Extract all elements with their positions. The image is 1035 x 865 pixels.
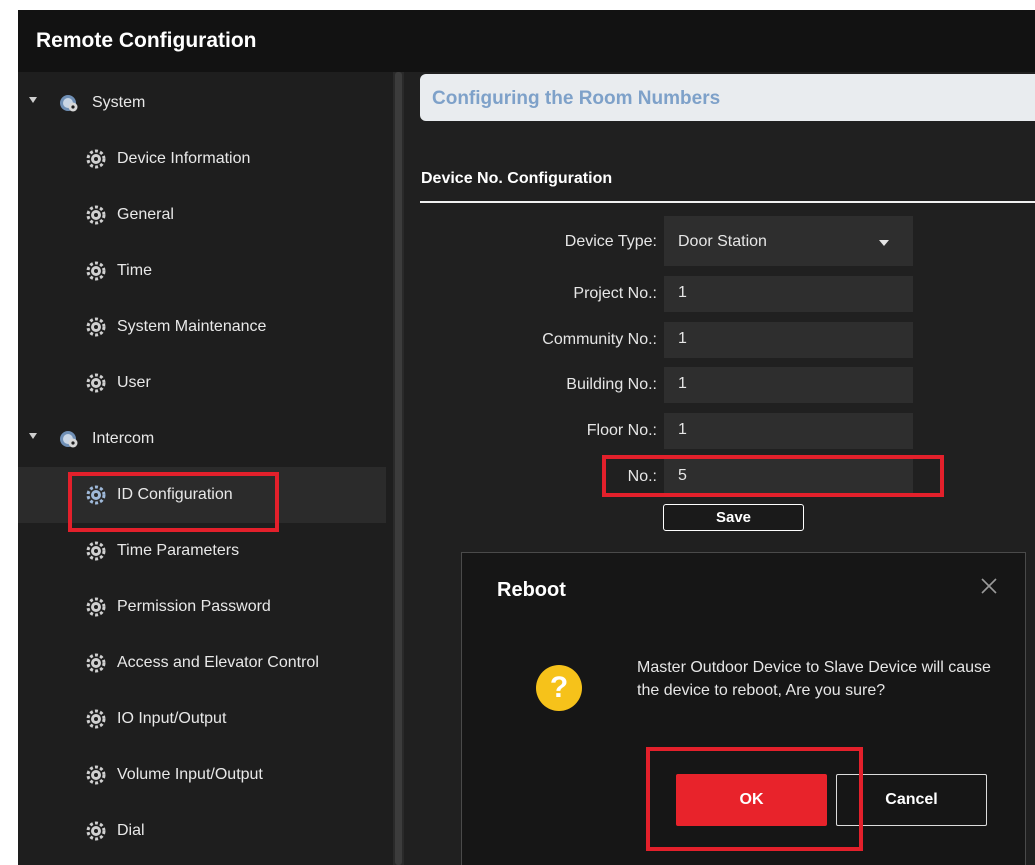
highlight-ok-button <box>646 747 863 851</box>
gear-icon <box>86 373 106 393</box>
sidebar-item-label: Volume Input/Output <box>117 766 263 783</box>
sidebar-item-access-elevator-control[interactable]: Access and Elevator Control <box>18 635 386 691</box>
community-no-input[interactable]: 1 <box>664 322 913 358</box>
project-no-input[interactable]: 1 <box>664 276 913 312</box>
sidebar-item-dial[interactable]: Dial <box>18 803 386 859</box>
gear-icon <box>86 541 106 561</box>
section-title: Device No. Configuration <box>421 170 613 187</box>
sidebar-item-device-information[interactable]: Device Information <box>18 131 386 187</box>
sidebar-item-label: General <box>117 206 174 223</box>
close-icon[interactable] <box>976 573 1002 599</box>
tab-title: Configuring the Room Numbers <box>432 88 721 109</box>
sidebar-item-label: Time Parameters <box>117 542 240 559</box>
app-window: Remote Configuration System Device Infor… <box>0 0 1035 865</box>
sidebar-group-label: Intercom <box>92 430 155 447</box>
sidebar-item-label: Permission Password <box>117 598 271 615</box>
sidebar-item-time[interactable]: Time <box>18 243 386 299</box>
sidebar-item-label: Dial <box>117 822 145 839</box>
device-type-select[interactable]: Door Station <box>664 216 913 266</box>
gear-icon <box>86 205 106 225</box>
gears-icon <box>60 95 78 112</box>
gear-icon <box>86 765 106 785</box>
sidebar-group-label: System <box>92 94 146 111</box>
project-no-label: Project No.: <box>573 285 657 302</box>
building-no-input[interactable]: 1 <box>664 367 913 403</box>
gears-icon <box>60 431 78 448</box>
title-bar: Remote Configuration <box>18 10 1035 72</box>
building-no-value: 1 <box>678 375 687 392</box>
sidebar-item-label: System Maintenance <box>117 318 267 335</box>
sidebar-group-intercom[interactable]: Intercom <box>18 411 386 467</box>
device-type-value: Door Station <box>678 233 767 250</box>
sidebar-group-system[interactable]: System <box>18 75 386 131</box>
gear-icon <box>86 821 106 841</box>
highlight-no-field <box>602 455 944 497</box>
sidebar-item-volume-input-output[interactable]: Volume Input/Output <box>18 747 386 803</box>
sidebar-item-permission-password[interactable]: Permission Password <box>18 579 386 635</box>
sidebar-item-time-parameters[interactable]: Time Parameters <box>18 523 386 579</box>
sidebar-item-general[interactable]: General <box>18 187 386 243</box>
floor-no-value: 1 <box>678 421 687 438</box>
expand-arrow-icon[interactable] <box>29 97 37 103</box>
gear-icon <box>86 597 106 617</box>
community-no-label: Community No.: <box>542 331 657 348</box>
device-type-label: Device Type: <box>564 233 657 250</box>
window-title: Remote Configuration <box>36 29 257 52</box>
gear-icon <box>86 149 106 169</box>
dialog-title: Reboot <box>497 579 566 601</box>
sidebar-scrollbar[interactable] <box>393 72 404 865</box>
community-no-value: 1 <box>678 330 687 347</box>
project-no-value: 1 <box>678 284 687 301</box>
sidebar-item-user[interactable]: User <box>18 355 386 411</box>
sidebar-item-label: Access and Elevator Control <box>117 654 319 671</box>
tab-header: Configuring the Room Numbers <box>420 74 1035 121</box>
sidebar-item-io-input-output[interactable]: IO Input/Output <box>18 691 386 747</box>
scrollbar-thumb[interactable] <box>395 72 402 865</box>
sidebar-item-label: Time <box>117 262 152 279</box>
chevron-down-icon <box>879 240 889 246</box>
gear-icon <box>86 261 106 281</box>
sidebar-item-label: User <box>117 374 151 391</box>
sidebar-item-label: Device Information <box>117 150 251 167</box>
floor-no-input[interactable]: 1 <box>664 413 913 449</box>
save-button[interactable]: Save <box>663 504 804 531</box>
building-no-label: Building No.: <box>566 376 657 393</box>
gear-icon <box>86 653 106 673</box>
sidebar-item-label: IO Input/Output <box>117 710 227 727</box>
sidebar-item-system-maintenance[interactable]: System Maintenance <box>18 299 386 355</box>
dialog-message: Master Outdoor Device to Slave Device wi… <box>637 659 991 699</box>
gear-icon <box>86 317 106 337</box>
expand-arrow-icon[interactable] <box>29 433 37 439</box>
gear-icon <box>86 709 106 729</box>
question-icon: ? <box>536 665 582 711</box>
floor-no-label: Floor No.: <box>586 422 657 439</box>
section-divider <box>420 201 1035 203</box>
